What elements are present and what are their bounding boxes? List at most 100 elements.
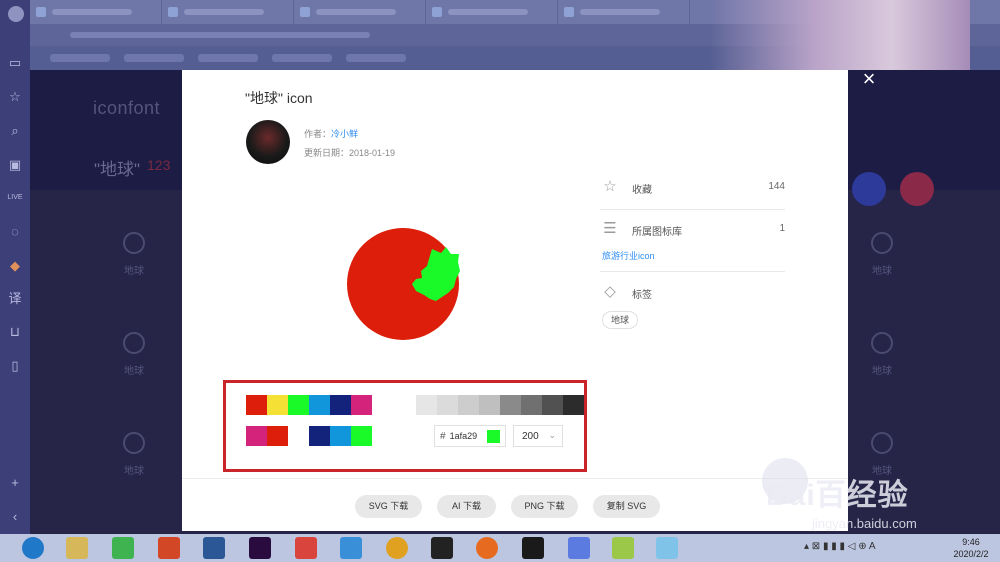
library-link[interactable]: 旅游行业icon — [602, 249, 655, 262]
icon-card[interactable]: 地球 — [114, 232, 154, 277]
copy-svg-button[interactable]: 复制 SVG — [593, 495, 660, 518]
translate-icon[interactable]: 译 — [6, 290, 24, 308]
app-icon[interactable] — [340, 537, 362, 559]
watermark-text: Bai百经验 — [766, 479, 909, 512]
live-icon[interactable]: LIVE — [6, 189, 24, 207]
globe-icon — [347, 228, 460, 340]
star-icon[interactable]: ☆ — [6, 88, 24, 106]
ime-indicator[interactable]: A — [869, 541, 876, 552]
tab-icon[interactable]: ▭ — [6, 54, 24, 72]
watermark-url: jingyan.baidu.com — [812, 516, 917, 531]
list-icon: ☰ — [603, 220, 617, 237]
icon-card[interactable]: 地球 — [862, 332, 902, 377]
updated-prefix: 更新日期： — [304, 148, 350, 158]
star-outline-icon[interactable]: ☆ — [600, 177, 620, 197]
browser-tab[interactable] — [294, 0, 426, 24]
tab-label-placeholder — [448, 9, 528, 15]
globe-icon — [871, 232, 893, 254]
icon-card-label: 地球 — [124, 466, 144, 477]
baidu-watermark: Bai百经验 jingyan.baidu.com — [762, 458, 992, 538]
globe-icon — [871, 432, 893, 454]
cart-icon[interactable]: ⊔ — [6, 323, 24, 341]
tab-favicon-icon — [168, 7, 178, 17]
favorites-count: 144 — [768, 181, 785, 192]
ai-download-button[interactable]: AI 下载 — [437, 495, 496, 518]
tab-favicon-icon — [564, 7, 574, 17]
app-icon[interactable] — [476, 537, 498, 559]
browser-tab[interactable] — [426, 0, 558, 24]
icon-card[interactable]: 地球 — [114, 432, 154, 477]
highlight-annotation — [223, 380, 587, 472]
icon-card-label: 地球 — [872, 266, 892, 277]
tab-label-placeholder — [580, 9, 660, 15]
book-icon[interactable]: ▯ — [6, 357, 24, 375]
browser-tab[interactable] — [162, 0, 294, 24]
chat-icon[interactable]: ◌ — [6, 223, 24, 241]
tag-icon: ◇ — [604, 283, 616, 300]
globe-icon — [123, 432, 145, 454]
library-count: 1 — [779, 223, 785, 234]
search-title: "地球" — [94, 160, 141, 179]
bookmark-item[interactable] — [272, 54, 332, 62]
theme-artwork — [710, 0, 970, 70]
add-icon[interactable]: + — [6, 474, 24, 492]
profile-avatar[interactable] — [8, 6, 24, 22]
author-prefix: 作者： — [304, 129, 332, 139]
icon-card[interactable]: 地球 — [114, 332, 154, 377]
author-link[interactable]: 冷小鲜 — [331, 129, 358, 139]
app-icon[interactable] — [656, 537, 678, 559]
clock[interactable]: 9:46 2020/2/2 — [946, 536, 996, 560]
close-icon[interactable]: × — [858, 68, 880, 90]
address-text-placeholder — [70, 32, 370, 38]
chrome-icon[interactable] — [386, 537, 408, 559]
tab-favicon-icon — [300, 7, 310, 17]
system-tray[interactable]: ▴ ⊠ ▮ ▮ ▮ ◁ ⊕ A — [804, 541, 876, 552]
windows-taskbar: ▴ ⊠ ▮ ▮ ▮ ◁ ⊕ A 9:46 2020/2/2 — [0, 534, 1000, 562]
favorites-label: 收藏 — [632, 185, 652, 196]
clock-date: 2020/2/2 — [953, 549, 989, 559]
app-icon[interactable] — [568, 537, 590, 559]
file-explorer-icon[interactable] — [66, 537, 88, 559]
qq-icon[interactable] — [522, 537, 544, 559]
result-count: 123 — [147, 157, 171, 173]
png-download-button[interactable]: PNG 下载 — [511, 495, 578, 518]
tab-label-placeholder — [52, 9, 132, 15]
icon-card[interactable]: 地球 — [862, 232, 902, 277]
paint-icon[interactable] — [900, 172, 934, 206]
browser-app-icon[interactable] — [22, 537, 44, 559]
video-icon[interactable]: ▣ — [6, 156, 24, 174]
game-icon[interactable]: ◆ — [6, 257, 24, 275]
wechat-icon[interactable] — [112, 537, 134, 559]
author-line: 作者：冷小鲜 — [304, 127, 358, 140]
video-editor-icon[interactable] — [431, 537, 453, 559]
tab-favicon-icon — [36, 7, 46, 17]
bookmark-item[interactable] — [124, 54, 184, 62]
bookmark-item[interactable] — [198, 54, 258, 62]
browser-tab[interactable] — [558, 0, 690, 24]
bookmark-item[interactable] — [50, 54, 110, 62]
iconfont-logo: iconfont — [93, 98, 161, 118]
icon-card-label: 地球 — [124, 266, 144, 277]
modal-title: "地球" icon — [245, 90, 313, 106]
crown-icon[interactable] — [852, 172, 886, 206]
icon-preview — [246, 183, 564, 378]
author-avatar[interactable] — [246, 120, 290, 164]
collapse-icon[interactable]: ‹ — [6, 508, 24, 526]
updated-line: 更新日期：2018-01-19 — [304, 146, 395, 159]
tag-chip[interactable]: 地球 — [602, 311, 639, 329]
browser-sidebar: ▭ ☆ ⌕ ▣ LIVE ◌ ◆ 译 ⊔ ▯ + ‹ — [0, 0, 30, 534]
globe-icon — [871, 332, 893, 354]
app-icon[interactable] — [295, 537, 317, 559]
tab-label-placeholder — [316, 9, 396, 15]
powerpoint-icon[interactable] — [158, 537, 180, 559]
word-icon[interactable] — [203, 537, 225, 559]
browser-tab[interactable] — [30, 0, 162, 24]
divider — [600, 209, 785, 210]
tab-favicon-icon — [432, 7, 442, 17]
icon-card-label: 地球 — [872, 366, 892, 377]
premiere-icon[interactable] — [249, 537, 271, 559]
search-icon[interactable]: ⌕ — [6, 122, 24, 140]
app-icon[interactable] — [612, 537, 634, 559]
bookmark-item[interactable] — [346, 54, 406, 62]
svg-download-button[interactable]: SVG 下载 — [355, 495, 422, 518]
